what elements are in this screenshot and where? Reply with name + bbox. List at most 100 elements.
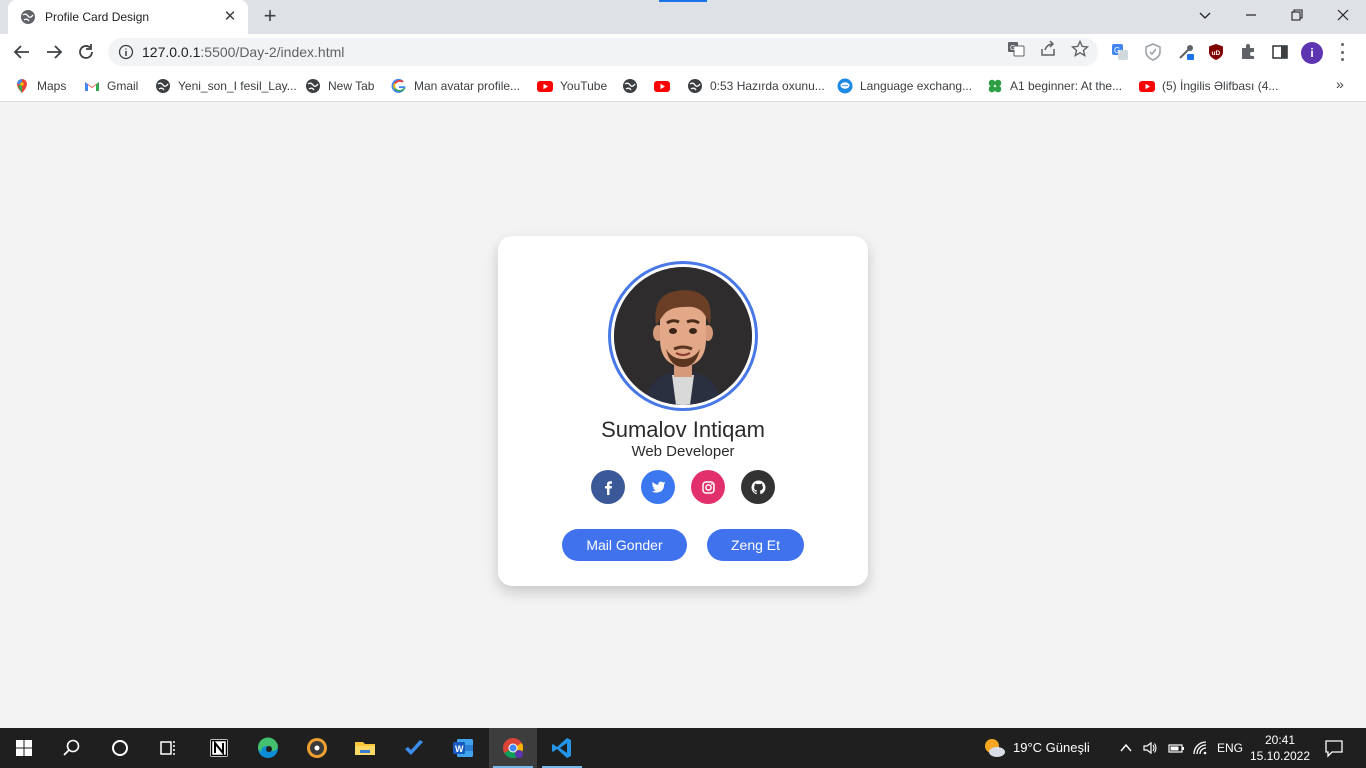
close-window-button[interactable] <box>1320 0 1366 30</box>
reload-button[interactable] <box>74 40 98 64</box>
bookmarks-overflow-icon[interactable]: » <box>1336 76 1344 92</box>
url-host: 127.0.0.1 <box>142 44 201 60</box>
bookmark-label: Yeni_son_I fesil_Lay... <box>178 79 297 93</box>
site-info-icon[interactable] <box>118 44 134 60</box>
notion-app[interactable] <box>195 728 243 768</box>
restore-button[interactable] <box>1274 0 1320 30</box>
bookmark-label: Man avatar profile... <box>414 79 521 93</box>
bookmark-a1-beginner[interactable]: A1 beginner: At the... <box>987 76 1122 96</box>
word-app[interactable]: W <box>439 728 487 768</box>
bookmark-label: Language exchang... <box>860 79 973 93</box>
extensions-button[interactable] <box>1238 42 1258 62</box>
bookmark-star-icon[interactable] <box>1071 40 1089 58</box>
share-icon[interactable] <box>1039 40 1057 58</box>
svg-text:G: G <box>1114 46 1120 55</box>
folder-icon <box>355 742 375 755</box>
weather-text[interactable]: 19°C Güneşli <box>1013 740 1090 755</box>
minimize-icon <box>1246 14 1256 16</box>
svg-text:W: W <box>455 744 464 754</box>
facebook-icon <box>604 480 612 495</box>
language-indicator[interactable]: ENG <box>1217 741 1243 755</box>
cortana-button[interactable] <box>96 728 144 768</box>
youtube-icon <box>654 81 670 92</box>
back-button[interactable] <box>10 40 34 64</box>
weather-sun-cloud-icon[interactable] <box>982 736 1006 760</box>
reload-icon <box>79 44 93 59</box>
arrow-right-icon <box>47 45 63 59</box>
svg-text:uD: uD <box>1212 50 1221 57</box>
profile-name: Sumalov Intiqam <box>601 417 765 442</box>
media-player-app[interactable] <box>293 728 341 768</box>
side-panel-button[interactable] <box>1270 42 1290 62</box>
globe-icon <box>623 79 637 93</box>
instagram-link[interactable] <box>691 470 725 504</box>
bookmark-label: YouTube <box>560 79 608 93</box>
notification-icon[interactable] <box>1324 738 1344 758</box>
svg-text:G: G <box>1010 45 1015 52</box>
notion-icon <box>210 739 228 757</box>
youtube-icon <box>537 81 553 92</box>
wifi-icon[interactable] <box>1192 740 1208 756</box>
url-path: :5500/Day-2/index.html <box>200 44 345 60</box>
twitter-link[interactable] <box>641 470 675 504</box>
bookmark-language-exchange[interactable]: Language exchang... <box>837 76 972 96</box>
bookmark-label: Maps <box>37 79 67 93</box>
avatar <box>608 261 758 411</box>
call-button[interactable]: Zeng Et <box>707 529 804 561</box>
bookmark-hazirda-oxunur[interactable]: 0:53 Hazırda oxunu... <box>687 76 825 96</box>
shield-extension[interactable] <box>1143 42 1163 62</box>
bookmark-ingilis-elifbasi[interactable]: (5) İngilis Əlifbası (4... <box>1139 76 1278 96</box>
bookmark-youtube-2[interactable] <box>654 76 677 96</box>
instagram-icon <box>701 480 715 494</box>
bookmark-man-avatar[interactable]: Man avatar profile... <box>391 76 520 96</box>
file-explorer-app[interactable] <box>341 728 389 768</box>
clover-icon <box>988 79 1002 93</box>
volume-icon[interactable] <box>1142 740 1158 756</box>
chevron-down-icon <box>1199 12 1211 19</box>
clock[interactable]: 20:41 15.10.2022 <box>1244 732 1316 764</box>
google-translate-icon: G <box>1112 44 1128 60</box>
task-view-button[interactable] <box>144 728 192 768</box>
bookmark-gmail[interactable]: Gmail <box>84 76 138 96</box>
ublock-extension[interactable]: uD <box>1206 42 1226 62</box>
github-link[interactable] <box>741 470 775 504</box>
translate-icon[interactable]: G <box>1007 40 1025 58</box>
word-icon: W <box>453 739 473 757</box>
bookmark-yeni-son[interactable]: Yeni_son_I fesil_Lay... <box>155 76 297 96</box>
forward-button[interactable] <box>42 40 66 64</box>
chat-icon <box>837 78 853 94</box>
media-player-icon <box>307 738 327 758</box>
search-button[interactable] <box>48 728 96 768</box>
profile-avatar-button[interactable]: i <box>1301 42 1323 64</box>
minimize-button[interactable] <box>1228 0 1274 30</box>
github-icon <box>750 479 766 494</box>
eyedropper-extension[interactable] <box>1176 42 1196 62</box>
bookmark-new-tab[interactable]: New Tab <box>305 76 374 96</box>
chrome-app[interactable] <box>489 728 537 768</box>
globe-icon <box>156 79 170 93</box>
tab-profile-card-design[interactable]: Profile Card Design ✕ <box>8 0 248 34</box>
tab-search-button[interactable] <box>1182 0 1228 30</box>
bookmark-globe[interactable] <box>622 76 645 96</box>
globe-icon <box>306 79 320 93</box>
bookmark-maps[interactable]: Maps <box>14 76 66 96</box>
mail-button[interactable]: Mail Gonder <box>562 529 687 561</box>
globe-icon <box>688 79 702 93</box>
tab-close-icon[interactable]: ✕ <box>222 9 238 25</box>
search-icon <box>63 739 80 756</box>
battery-icon[interactable] <box>1167 740 1185 756</box>
close-icon <box>1337 9 1349 21</box>
bookmark-youtube[interactable]: YouTube <box>537 76 607 96</box>
facebook-link[interactable] <box>591 470 625 504</box>
address-bar[interactable]: 127.0.0.1:5500/Day-2/index.html <box>108 38 1098 66</box>
tab-loading-indicator <box>659 0 707 2</box>
start-button[interactable] <box>0 728 48 768</box>
vscode-app[interactable] <box>538 728 586 768</box>
edge-app[interactable] <box>244 728 292 768</box>
chevron-up-icon[interactable] <box>1119 741 1133 755</box>
google-translate-extension[interactable]: G <box>1110 42 1130 62</box>
menu-kebab-icon[interactable] <box>1340 43 1344 61</box>
avatar-image <box>614 267 752 405</box>
todo-app[interactable] <box>390 728 438 768</box>
new-tab-button[interactable]: + <box>259 5 281 27</box>
